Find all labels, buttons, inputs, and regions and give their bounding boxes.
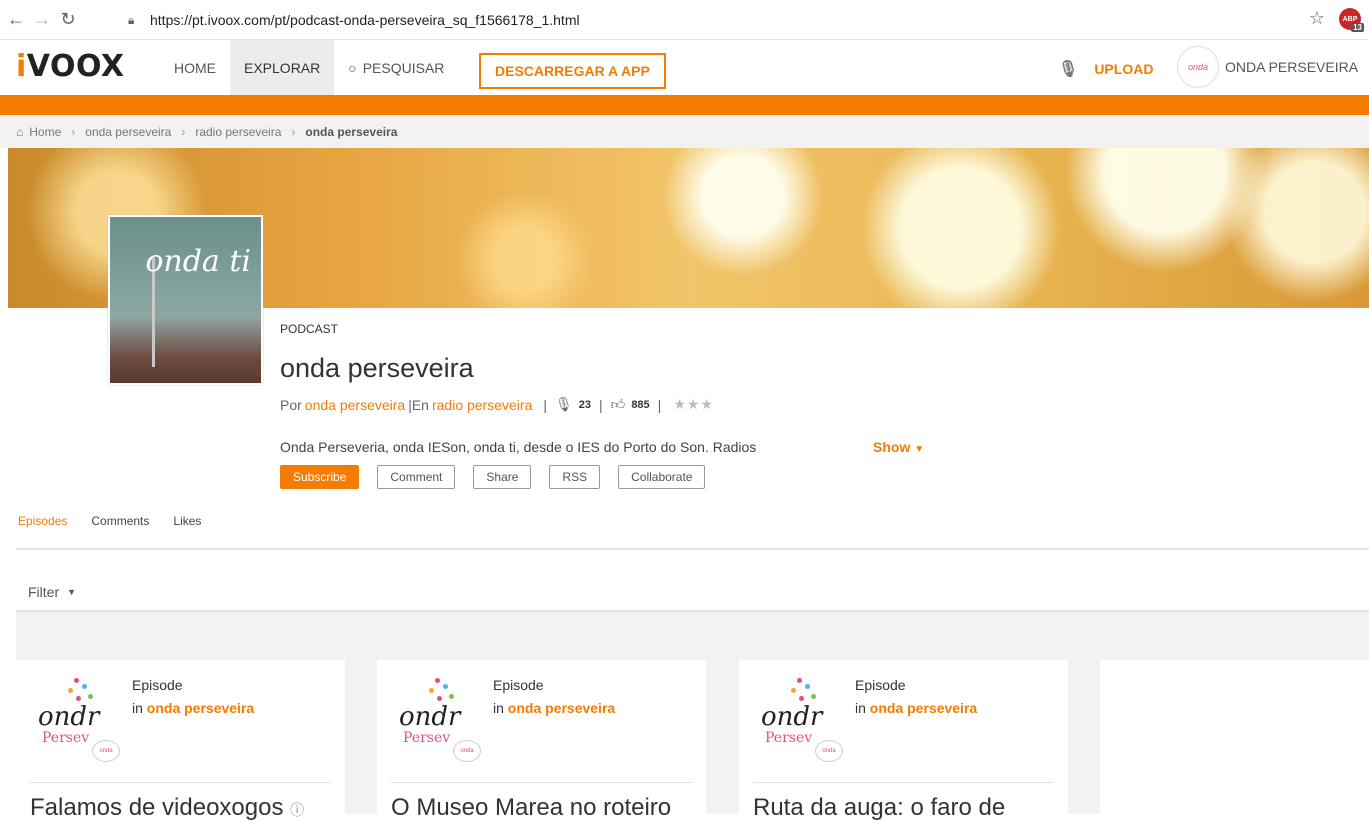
episode-card-placeholder: [1100, 660, 1369, 814]
podcast-description: Onda Perseveria, onda IESon, onda ti, de…: [280, 439, 757, 455]
browser-toolbar: ← → ↻ 🔒︎ https://pt.ivoox.com/pt/podcast…: [0, 0, 1369, 40]
menu-explorar-label: EXPLORAR: [244, 59, 321, 76]
episode-card[interactable]: ondr Persev onda Episode in onda perseve…: [739, 660, 1068, 821]
filter-label: Filter: [28, 584, 60, 600]
likes-count: 885: [631, 398, 650, 411]
podcast-type-label: PODCAST: [280, 322, 339, 336]
episode-card[interactable]: ondr Persev onda Episode in onda perseve…: [377, 660, 706, 821]
episode-type-label: Episode: [493, 677, 544, 693]
episode-thumbnail: ondr Persev onda: [30, 674, 130, 764]
extension-badge: 13: [1351, 23, 1364, 32]
forward-icon[interactable]: →: [32, 9, 52, 30]
podcast-cover: onda ti: [108, 215, 263, 385]
card-divider: [391, 782, 692, 783]
comment-button[interactable]: Comment: [377, 465, 456, 489]
meta-divider: |: [599, 396, 603, 413]
site-header: iVOOX HOME EXPLORAR ○ PESQUISAR DESCARREG…: [0, 40, 1369, 95]
rss-button[interactable]: RSS: [549, 465, 601, 489]
breadcrumb-item[interactable]: radio perseveira: [195, 125, 281, 139]
episode-channel-link[interactable]: onda perseveira: [508, 700, 615, 716]
show-more-toggle[interactable]: Show ▼: [873, 439, 924, 455]
tabs-divider: [16, 548, 1369, 550]
ivoox-logo[interactable]: iVOOX: [16, 49, 125, 84]
episode-type-label: Episode: [132, 677, 183, 693]
podcast-meta: Por onda perseveira | En radio perseveir…: [280, 396, 714, 413]
episodes-count: 23: [578, 398, 592, 411]
en-label: En: [411, 396, 429, 413]
card-divider: [753, 782, 1054, 783]
download-app-button[interactable]: DESCARREGAR A APP: [479, 53, 666, 89]
user-avatar: onda: [1177, 46, 1219, 88]
episode-type-label: Episode: [855, 677, 906, 693]
menu-pesquisar-label: PESQUISAR: [362, 59, 445, 76]
microphone-icon: 🎙︎: [555, 396, 573, 412]
breadcrumb-home[interactable]: Home: [29, 125, 61, 139]
author-link[interactable]: onda perseveira: [305, 397, 405, 413]
channel-link[interactable]: radio perseveira: [432, 397, 532, 413]
menu-explorar[interactable]: EXPLORAR: [230, 40, 335, 95]
user-name: ONDA PERSEVEIRA: [1225, 59, 1359, 75]
adblock-extension-icon[interactable]: ABP 13: [1339, 8, 1364, 32]
bookmark-star-icon[interactable]: ☆: [1309, 8, 1325, 29]
search-icon: ○: [348, 59, 357, 76]
cover-text: onda ti: [145, 244, 251, 279]
podcast-actions: Subscribe Comment Share RSS Collaborate: [280, 465, 723, 489]
reload-icon[interactable]: ↻: [58, 9, 78, 30]
breadcrumb-current: onda perseveira: [305, 124, 398, 139]
share-button[interactable]: Share: [473, 465, 532, 489]
in-label: in: [855, 700, 866, 716]
chevron-right-icon: ›: [71, 124, 76, 139]
home-icon[interactable]: ⌂: [16, 125, 23, 139]
in-label: in: [493, 700, 504, 716]
por-label: Por: [280, 396, 302, 413]
episode-channel: in onda perseveira: [132, 700, 254, 716]
url-text[interactable]: https://pt.ivoox.com/pt/podcast-onda-per…: [150, 12, 580, 28]
info-icon[interactable]: ⓘ: [290, 802, 304, 818]
episode-thumbnail: ondr Persev onda: [391, 674, 491, 764]
orange-accent-bar: [0, 95, 1369, 115]
episode-channel: in onda perseveira: [493, 700, 615, 716]
episode-title[interactable]: Ruta da auga: o faro de: [753, 794, 1005, 822]
collaborate-button[interactable]: Collaborate: [618, 465, 706, 489]
episode-card[interactable]: ondr Persev onda Episode in onda perseve…: [16, 660, 345, 821]
breadcrumb-item[interactable]: onda perseveira: [85, 125, 171, 139]
menu-home[interactable]: HOME: [160, 40, 230, 95]
episode-channel-link[interactable]: onda perseveira: [870, 700, 977, 716]
menu-pesquisar[interactable]: ○ PESQUISAR: [334, 40, 458, 95]
caret-down-icon: ▼: [914, 444, 925, 455]
user-menu[interactable]: onda ONDA PERSEVEIRA: [1177, 46, 1358, 88]
rating-stars[interactable]: ★★★: [673, 396, 714, 413]
breadcrumb: ⌂ Home › onda perseveira › radio perseve…: [0, 115, 1369, 148]
filter-dropdown[interactable]: Filter ▼: [16, 574, 1369, 612]
content-tabs: Episodes Comments Likes: [18, 514, 225, 534]
chevron-right-icon: ›: [181, 124, 186, 139]
menu-home-label: HOME: [174, 59, 216, 76]
upload-button[interactable]: 🎙︎ UPLOAD: [1058, 59, 1153, 79]
episode-title-text: Falamos de videoxogos: [30, 794, 284, 821]
back-icon[interactable]: ←: [6, 9, 26, 30]
lock-icon: 🔒︎: [128, 13, 135, 27]
subscribe-button[interactable]: Subscribe: [280, 465, 360, 489]
podcast-title: onda perseveira: [280, 353, 474, 383]
card-divider: [30, 782, 331, 783]
episode-thumbnail: ondr Persev onda: [753, 674, 853, 764]
caret-down-icon: ▼: [67, 587, 77, 597]
address-bar[interactable]: 🔒︎ https://pt.ivoox.com/pt/podcast-onda-…: [104, 6, 1340, 34]
episode-title[interactable]: Falamos de videoxogos ⓘ: [30, 794, 304, 822]
meta-divider: |: [543, 396, 547, 413]
meta-divider: |: [657, 396, 662, 413]
episode-title[interactable]: O Museo Marea no roteiro: [391, 794, 671, 822]
show-label: Show: [873, 439, 911, 455]
tab-episodes[interactable]: Episodes: [18, 514, 67, 534]
main-menu: HOME EXPLORAR ○ PESQUISAR: [160, 40, 458, 95]
tab-likes[interactable]: Likes: [173, 514, 201, 534]
chevron-right-icon: ›: [291, 124, 296, 139]
thumbs-up-icon: 👍︎: [610, 396, 626, 412]
episode-channel-link[interactable]: onda perseveira: [147, 700, 254, 716]
upload-label: UPLOAD: [1094, 61, 1154, 77]
episode-channel: in onda perseveira: [855, 700, 977, 716]
microphone-icon: 🎙︎: [1058, 61, 1079, 78]
tab-comments[interactable]: Comments: [91, 514, 149, 534]
in-label: in: [132, 700, 143, 716]
